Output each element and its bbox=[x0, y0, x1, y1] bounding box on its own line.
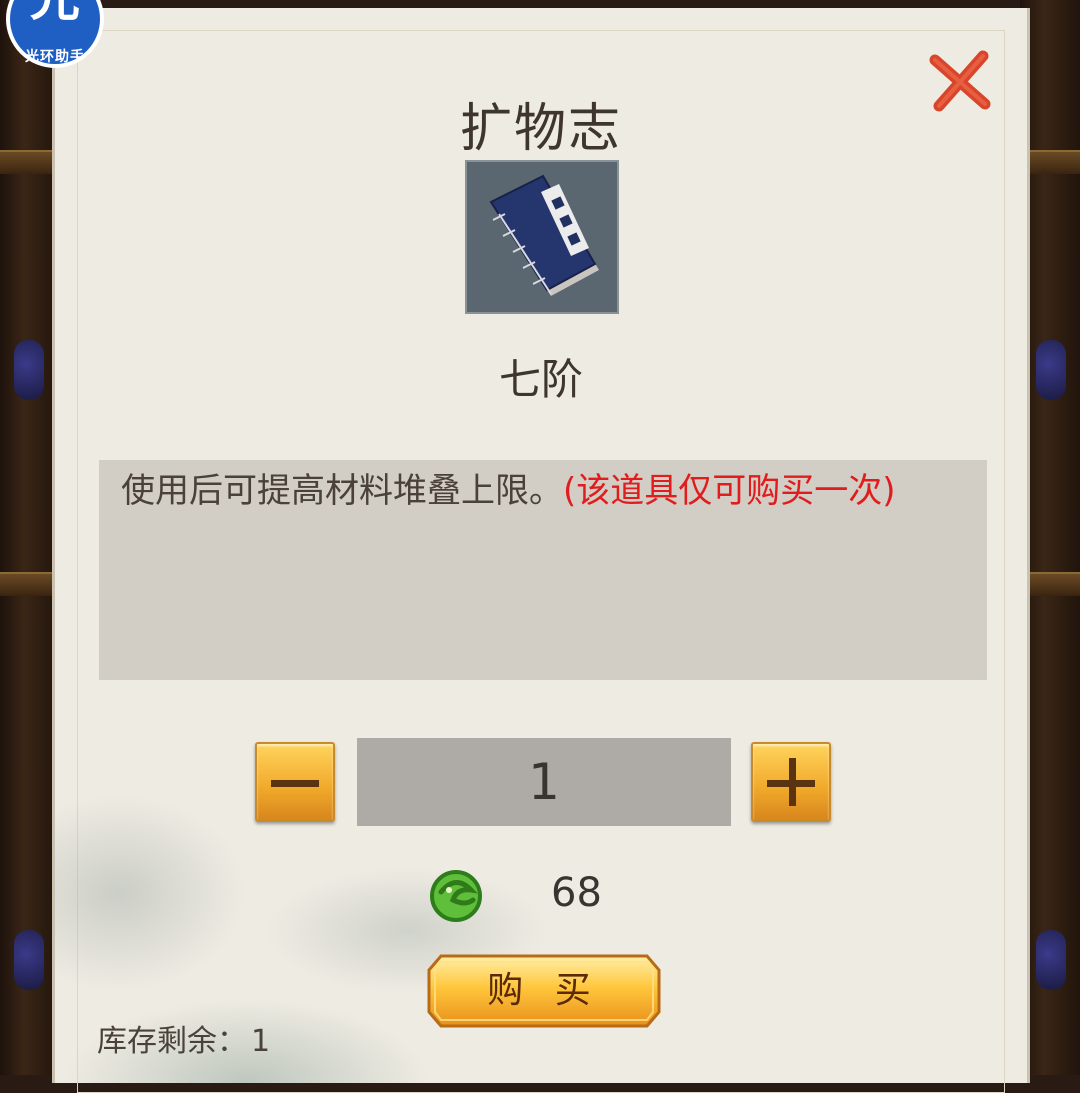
description-text: 使用后可提高材料堆叠上限。 bbox=[121, 471, 563, 511]
buy-button-label: 购 买 bbox=[487, 970, 601, 1011]
app-logo: 光 光环助手 bbox=[0, 0, 110, 84]
decrease-quantity-button[interactable] bbox=[255, 742, 335, 822]
stock-label: 库存剩余： bbox=[97, 1024, 247, 1059]
item-icon-frame bbox=[465, 160, 619, 314]
frame-ornament bbox=[0, 150, 60, 174]
price-value: 68 bbox=[551, 870, 602, 916]
left-frame bbox=[0, 0, 60, 1075]
item-purchase-dialog: 扩物志 七阶 使用后可提高材料堆叠上限。(该道具仅可购买一次) 1 68 购 买… bbox=[52, 8, 1030, 1093]
stock-remaining: 库存剩余： 1 bbox=[97, 1016, 270, 1060]
dialog-title: 扩物志 bbox=[459, 99, 622, 159]
minus-icon bbox=[271, 780, 319, 787]
logo-caption: 光环助手 bbox=[25, 49, 85, 65]
frame-gem bbox=[14, 340, 44, 400]
jade-coin-icon bbox=[430, 870, 482, 922]
purchase-limit-warning: (该道具仅可购买一次) bbox=[563, 471, 896, 511]
increase-quantity-button[interactable] bbox=[751, 742, 831, 822]
frame-gem bbox=[14, 930, 44, 990]
close-icon[interactable] bbox=[925, 46, 995, 116]
stock-value: 1 bbox=[251, 1024, 271, 1059]
book-icon bbox=[489, 174, 599, 296]
price-row: 68 bbox=[55, 866, 1027, 926]
item-description: 使用后可提高材料堆叠上限。(该道具仅可购买一次) bbox=[99, 460, 987, 680]
frame-gem bbox=[1036, 930, 1066, 990]
quantity-input[interactable]: 1 bbox=[357, 738, 731, 826]
frame-gem bbox=[1036, 340, 1066, 400]
logo-glyph: 光 bbox=[10, 0, 100, 30]
buy-button[interactable]: 购 买 bbox=[427, 952, 661, 1030]
frame-ornament bbox=[0, 572, 60, 596]
item-grade: 七阶 bbox=[498, 355, 583, 404]
